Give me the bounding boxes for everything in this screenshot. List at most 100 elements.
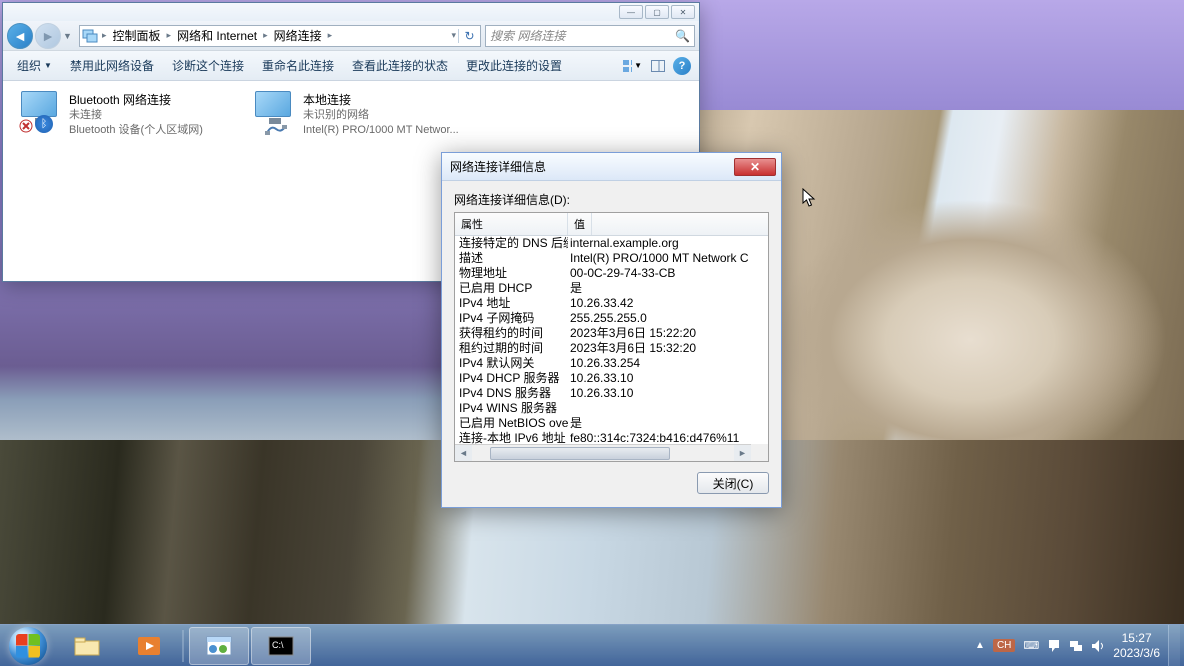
dialog-title-text: 网络连接详细信息 bbox=[450, 158, 546, 175]
detail-value bbox=[568, 461, 768, 462]
search-icon: 🔍 bbox=[675, 29, 690, 43]
close-button[interactable]: 关闭(C) bbox=[697, 472, 769, 494]
detail-row[interactable]: IPv4 默认网关10.26.33.254 bbox=[455, 356, 768, 371]
refresh-button[interactable]: ↻ bbox=[458, 29, 480, 43]
detail-row[interactable]: 描述Intel(R) PRO/1000 MT Network C bbox=[455, 251, 768, 266]
command-bar: 组织▼ 禁用此网络设备 诊断这个连接 重命名此连接 查看此连接的状态 更改此连接… bbox=[3, 51, 699, 81]
taskbar-separator bbox=[182, 630, 184, 662]
detail-property: 获得租约的时间 bbox=[455, 326, 568, 341]
preview-pane-button[interactable] bbox=[647, 56, 669, 76]
detail-row[interactable]: IPv4 DHCP 服务器10.26.33.10 bbox=[455, 371, 768, 386]
connection-bluetooth[interactable]: ᛒ Bluetooth 网络连接 未连接 Bluetooth 设备(个人区域网) bbox=[21, 91, 231, 266]
detail-property: 已启用 NetBIOS ove... bbox=[455, 416, 568, 431]
detail-value: 2023年3月6日 15:32:20 bbox=[568, 341, 768, 356]
scroll-left-arrow[interactable]: ◄ bbox=[455, 445, 472, 462]
organize-menu[interactable]: 组织▼ bbox=[11, 53, 58, 78]
detail-row[interactable]: IPv4 子网掩码255.255.255.0 bbox=[455, 311, 768, 326]
detail-property: 已启用 DHCP bbox=[455, 281, 568, 296]
connection-status: 未识别的网络 bbox=[303, 108, 459, 123]
taskbar[interactable]: C:\ ▲ CH ⌨ 15:27 2023/3/6 bbox=[0, 624, 1184, 666]
detail-row[interactable]: IPv6 DNS 服务器 bbox=[455, 461, 768, 462]
close-button[interactable]: ✕ bbox=[671, 5, 695, 19]
list-header[interactable]: 属性 值 bbox=[455, 213, 768, 236]
search-input[interactable]: 搜索 网络连接 🔍 bbox=[485, 25, 695, 47]
detail-property: 物理地址 bbox=[455, 266, 568, 281]
maximize-button[interactable]: ▢ bbox=[645, 5, 669, 19]
clock-time: 15:27 bbox=[1113, 631, 1160, 645]
detail-row[interactable]: 获得租约的时间2023年3月6日 15:22:20 bbox=[455, 326, 768, 341]
disable-device-button[interactable]: 禁用此网络设备 bbox=[64, 53, 160, 78]
horizontal-scrollbar[interactable]: ◄ ► bbox=[455, 444, 751, 461]
start-button[interactable] bbox=[0, 625, 56, 667]
detail-property: IPv6 DNS 服务器 bbox=[455, 461, 568, 462]
detail-value: 2023年3月6日 15:22:20 bbox=[568, 326, 768, 341]
address-bar[interactable]: ▸ 控制面板 ▸ 网络和 Internet ▸ 网络连接 ▸ ▾ ↻ bbox=[79, 25, 481, 47]
breadcrumb-item[interactable]: 控制面板 bbox=[109, 27, 165, 44]
window-titlebar[interactable]: — ▢ ✕ bbox=[3, 3, 699, 21]
breadcrumb-item[interactable]: 网络和 Internet bbox=[173, 27, 261, 44]
tray-expand-icon[interactable]: ▲ bbox=[975, 640, 985, 651]
show-desktop-button[interactable] bbox=[1168, 625, 1180, 667]
ime-indicator[interactable]: CH bbox=[993, 639, 1015, 652]
task-explorer-window[interactable] bbox=[189, 627, 249, 665]
pinned-explorer[interactable] bbox=[57, 627, 117, 665]
network-tray-icon[interactable] bbox=[1069, 639, 1083, 653]
dialog-close-button[interactable]: ✕ bbox=[734, 158, 776, 176]
system-tray[interactable]: ▲ CH ⌨ 15:27 2023/3/6 bbox=[975, 625, 1184, 667]
action-center-icon[interactable] bbox=[1047, 639, 1061, 653]
search-placeholder: 搜索 网络连接 bbox=[490, 27, 565, 44]
breadcrumb-item[interactable]: 网络连接 bbox=[270, 27, 326, 44]
detail-property: IPv4 DHCP 服务器 bbox=[455, 371, 568, 386]
detail-value: 00-0C-29-74-33-CB bbox=[568, 266, 768, 281]
network-icon bbox=[80, 27, 100, 45]
detail-row[interactable]: 物理地址00-0C-29-74-33-CB bbox=[455, 266, 768, 281]
taskbar-clock[interactable]: 15:27 2023/3/6 bbox=[1113, 631, 1160, 660]
history-dropdown[interactable]: ▼ bbox=[63, 31, 75, 41]
task-cmd-window[interactable]: C:\ bbox=[251, 627, 311, 665]
detail-value: 10.26.33.254 bbox=[568, 356, 768, 371]
detail-value: 255.255.255.0 bbox=[568, 311, 768, 326]
detail-row[interactable]: 租约过期的时间2023年3月6日 15:32:20 bbox=[455, 341, 768, 356]
detail-row[interactable]: 已启用 NetBIOS ove...是 bbox=[455, 416, 768, 431]
scroll-right-arrow[interactable]: ► bbox=[734, 445, 751, 462]
volume-icon[interactable] bbox=[1091, 639, 1105, 653]
detail-property: 连接特定的 DNS 后缀 bbox=[455, 236, 568, 251]
detail-property: IPv4 子网掩码 bbox=[455, 311, 568, 326]
svg-text:C:\: C:\ bbox=[272, 640, 284, 650]
detail-row[interactable]: IPv4 地址10.26.33.42 bbox=[455, 296, 768, 311]
pinned-player[interactable] bbox=[119, 627, 179, 665]
details-listview[interactable]: 属性 值 连接特定的 DNS 后缀internal.example.org描述I… bbox=[454, 212, 769, 462]
detail-row[interactable]: 已启用 DHCP是 bbox=[455, 281, 768, 296]
local-connection-icon bbox=[255, 91, 295, 131]
detail-value: 10.26.33.42 bbox=[568, 296, 768, 311]
back-button[interactable]: ◄ bbox=[7, 23, 33, 49]
detail-row[interactable]: IPv4 DNS 服务器10.26.33.10 bbox=[455, 386, 768, 401]
connection-device: Bluetooth 设备(个人区域网) bbox=[69, 123, 203, 138]
forward-button[interactable]: ► bbox=[35, 23, 61, 49]
connection-title: Bluetooth 网络连接 bbox=[69, 91, 203, 108]
help-button[interactable]: ? bbox=[673, 57, 691, 75]
connection-local[interactable]: 本地连接 未识别的网络 Intel(R) PRO/1000 MT Networ.… bbox=[255, 91, 465, 266]
header-value[interactable]: 值 bbox=[568, 213, 592, 235]
detail-value: 10.26.33.10 bbox=[568, 371, 768, 386]
header-property[interactable]: 属性 bbox=[455, 213, 568, 235]
rename-button[interactable]: 重命名此连接 bbox=[256, 53, 340, 78]
view-options-button[interactable]: ▼ bbox=[621, 56, 643, 76]
minimize-button[interactable]: — bbox=[619, 5, 643, 19]
clock-date: 2023/3/6 bbox=[1113, 646, 1160, 660]
network-details-dialog: 网络连接详细信息 ✕ 网络连接详细信息(D): 属性 值 连接特定的 DNS 后… bbox=[441, 152, 782, 508]
connection-title: 本地连接 bbox=[303, 91, 459, 108]
detail-row[interactable]: 连接特定的 DNS 后缀internal.example.org bbox=[455, 236, 768, 251]
detail-value: Intel(R) PRO/1000 MT Network C bbox=[568, 251, 768, 266]
detail-row[interactable]: IPv4 WINS 服务器 bbox=[455, 401, 768, 416]
detail-value: 是 bbox=[568, 281, 768, 296]
detail-value: 是 bbox=[568, 416, 768, 431]
dialog-label: 网络连接详细信息(D): bbox=[454, 191, 769, 208]
dialog-titlebar[interactable]: 网络连接详细信息 ✕ bbox=[442, 153, 781, 181]
change-settings-button[interactable]: 更改此连接的设置 bbox=[460, 53, 568, 78]
scroll-thumb[interactable] bbox=[490, 447, 670, 460]
detail-property: IPv4 WINS 服务器 bbox=[455, 401, 568, 416]
ime-tool-icon[interactable]: ⌨ bbox=[1023, 639, 1039, 652]
view-status-button[interactable]: 查看此连接的状态 bbox=[346, 53, 454, 78]
diagnose-button[interactable]: 诊断这个连接 bbox=[166, 53, 250, 78]
